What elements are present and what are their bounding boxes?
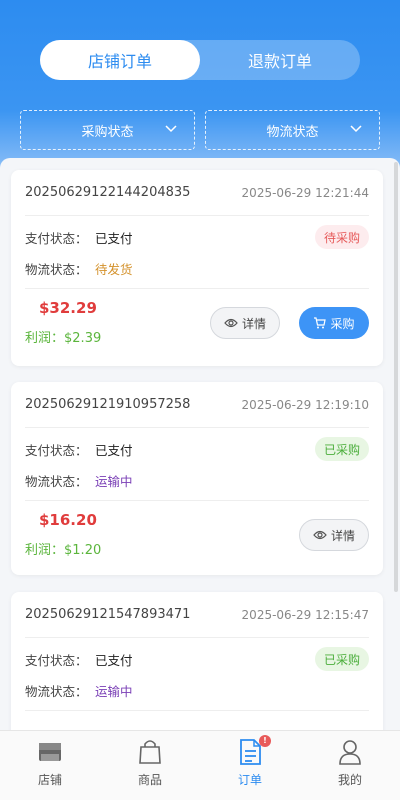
tab-orders[interactable]: ! 订单: [200, 731, 300, 800]
detail-button[interactable]: 详情: [210, 307, 280, 339]
order-time: 2025-06-29 12:15:47: [241, 607, 369, 622]
pay-status-value: 已支付: [95, 231, 133, 246]
order-card[interactable]: 20250629122144204835 2025-06-29 12:21:44…: [11, 170, 383, 366]
tab-store[interactable]: 店铺: [0, 731, 100, 800]
bottom-tab-bar: 店铺 商品 ! 订单 我的: [0, 730, 400, 800]
tab-orders-label: 订单: [237, 773, 262, 787]
pay-status-label: 支付状态：: [25, 443, 88, 458]
chevron-down-icon: [165, 125, 177, 133]
detail-button[interactable]: 详情: [299, 519, 369, 551]
tab-mine[interactable]: 我的: [300, 731, 400, 800]
detail-button-label: 详情: [330, 528, 355, 543]
filter-bar: 采购状态 物流状态: [20, 110, 380, 150]
logistics-status-value: 运输中: [95, 474, 133, 489]
order-list[interactable]: 20250629122144204835 2025-06-29 12:21:44…: [0, 158, 400, 730]
purchase-status-badge: 已采购: [314, 647, 369, 671]
chevron-down-icon: [350, 125, 362, 133]
order-number: 20250629121910957258: [25, 397, 191, 412]
logistics-status-label: 物流状态：: [25, 474, 88, 489]
profit-value: $1.20: [64, 543, 102, 558]
order-price: $16.20: [39, 511, 97, 529]
store-icon: [39, 743, 61, 761]
order-time: 2025-06-29 12:21:44: [241, 185, 369, 200]
order-card[interactable]: 20250629121547893471 2025-06-29 12:15:47…: [11, 592, 383, 730]
profit-label: 利润：: [25, 543, 65, 558]
scrollbar[interactable]: [394, 162, 398, 592]
tab-refund-orders[interactable]: 退款订单: [200, 40, 360, 80]
order-price: $32.29: [39, 299, 97, 317]
purchase-status-filter-label: 采购状态: [81, 124, 134, 140]
order-profit: 利润：$1.20: [25, 539, 101, 558]
logistics-status-label: 物流状态：: [25, 262, 88, 277]
profit-label: 利润：: [25, 331, 65, 346]
eye-icon: [313, 530, 327, 540]
order-card[interactable]: 20250629121910957258 2025-06-29 12:19:10…: [11, 382, 383, 575]
order-profit: 利润：$2.39: [25, 327, 101, 346]
logistics-status-filter[interactable]: 物流状态: [205, 110, 380, 150]
bag-icon: [139, 740, 161, 764]
purchase-status-filter[interactable]: 采购状态: [20, 110, 195, 150]
notification-badge: !: [259, 735, 271, 747]
purchase-button-label: 采购: [330, 316, 355, 331]
user-icon: [339, 740, 361, 765]
pay-status-value: 已支付: [95, 653, 133, 668]
tab-store-label: 店铺: [37, 773, 62, 787]
purchase-status-badge: 待采购: [314, 225, 369, 249]
order-number: 20250629122144204835: [25, 185, 191, 200]
tab-mine-label: 我的: [337, 773, 362, 787]
tab-goods-label: 商品: [137, 773, 162, 787]
tab-goods[interactable]: 商品: [100, 731, 200, 800]
order-type-switch: 店铺订单 退款订单: [40, 40, 360, 80]
eye-icon: [224, 318, 238, 328]
purchase-button[interactable]: 采购: [299, 307, 369, 339]
detail-button-label: 详情: [241, 316, 266, 331]
purchase-status-badge: 已采购: [314, 437, 369, 461]
profit-value: $2.39: [64, 331, 102, 346]
cart-icon: [314, 317, 327, 329]
pay-status-label: 支付状态：: [25, 653, 88, 668]
order-number: 20250629121547893471: [25, 607, 191, 622]
logistics-status-value: 运输中: [95, 684, 133, 699]
logistics-status-filter-label: 物流状态: [266, 124, 319, 140]
pay-status-value: 已支付: [95, 443, 133, 458]
tab-store-orders[interactable]: 店铺订单: [40, 40, 200, 80]
order-time: 2025-06-29 12:19:10: [241, 397, 369, 412]
logistics-status-label: 物流状态：: [25, 684, 88, 699]
pay-status-label: 支付状态：: [25, 231, 88, 246]
logistics-status-value: 待发货: [95, 262, 133, 277]
